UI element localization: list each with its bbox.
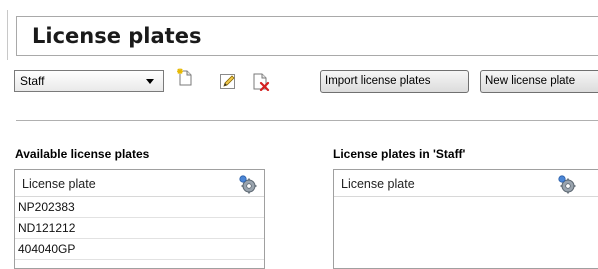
list-item[interactable]: 404040GP — [15, 239, 264, 260]
available-section-title: Available license plates — [15, 147, 150, 161]
edit-icon[interactable] — [219, 73, 237, 91]
left-divider — [7, 10, 8, 60]
header-panel: License plates — [16, 16, 598, 56]
new-license-plate-button[interactable]: New license plate — [480, 70, 598, 93]
import-license-plates-button[interactable]: Import license plates — [320, 70, 469, 93]
column-header-license-plate[interactable]: License plate — [334, 170, 598, 197]
group-select[interactable]: Staff — [14, 70, 164, 92]
available-license-plates-list[interactable]: License plate NP202383 ND121212 404040GP — [14, 169, 265, 269]
column-header-license-plate[interactable]: License plate — [15, 170, 264, 197]
group-section-title: License plates in 'Staff' — [333, 147, 466, 161]
list-item[interactable]: NP202383 — [15, 197, 264, 218]
delete-icon[interactable] — [252, 73, 270, 91]
column-settings-icon[interactable] — [556, 174, 576, 194]
page-title: License plates — [32, 24, 202, 48]
column-header-label: License plate — [341, 177, 415, 191]
column-header-label: License plate — [22, 177, 96, 191]
group-select-value: Staff — [20, 74, 45, 88]
group-license-plates-list[interactable]: License plate — [333, 169, 598, 269]
chevron-down-icon — [146, 79, 154, 84]
column-settings-icon[interactable] — [237, 174, 257, 194]
list-item[interactable]: ND121212 — [15, 218, 264, 239]
new-item-icon[interactable] — [176, 68, 194, 86]
toolbar-separator — [16, 120, 598, 121]
